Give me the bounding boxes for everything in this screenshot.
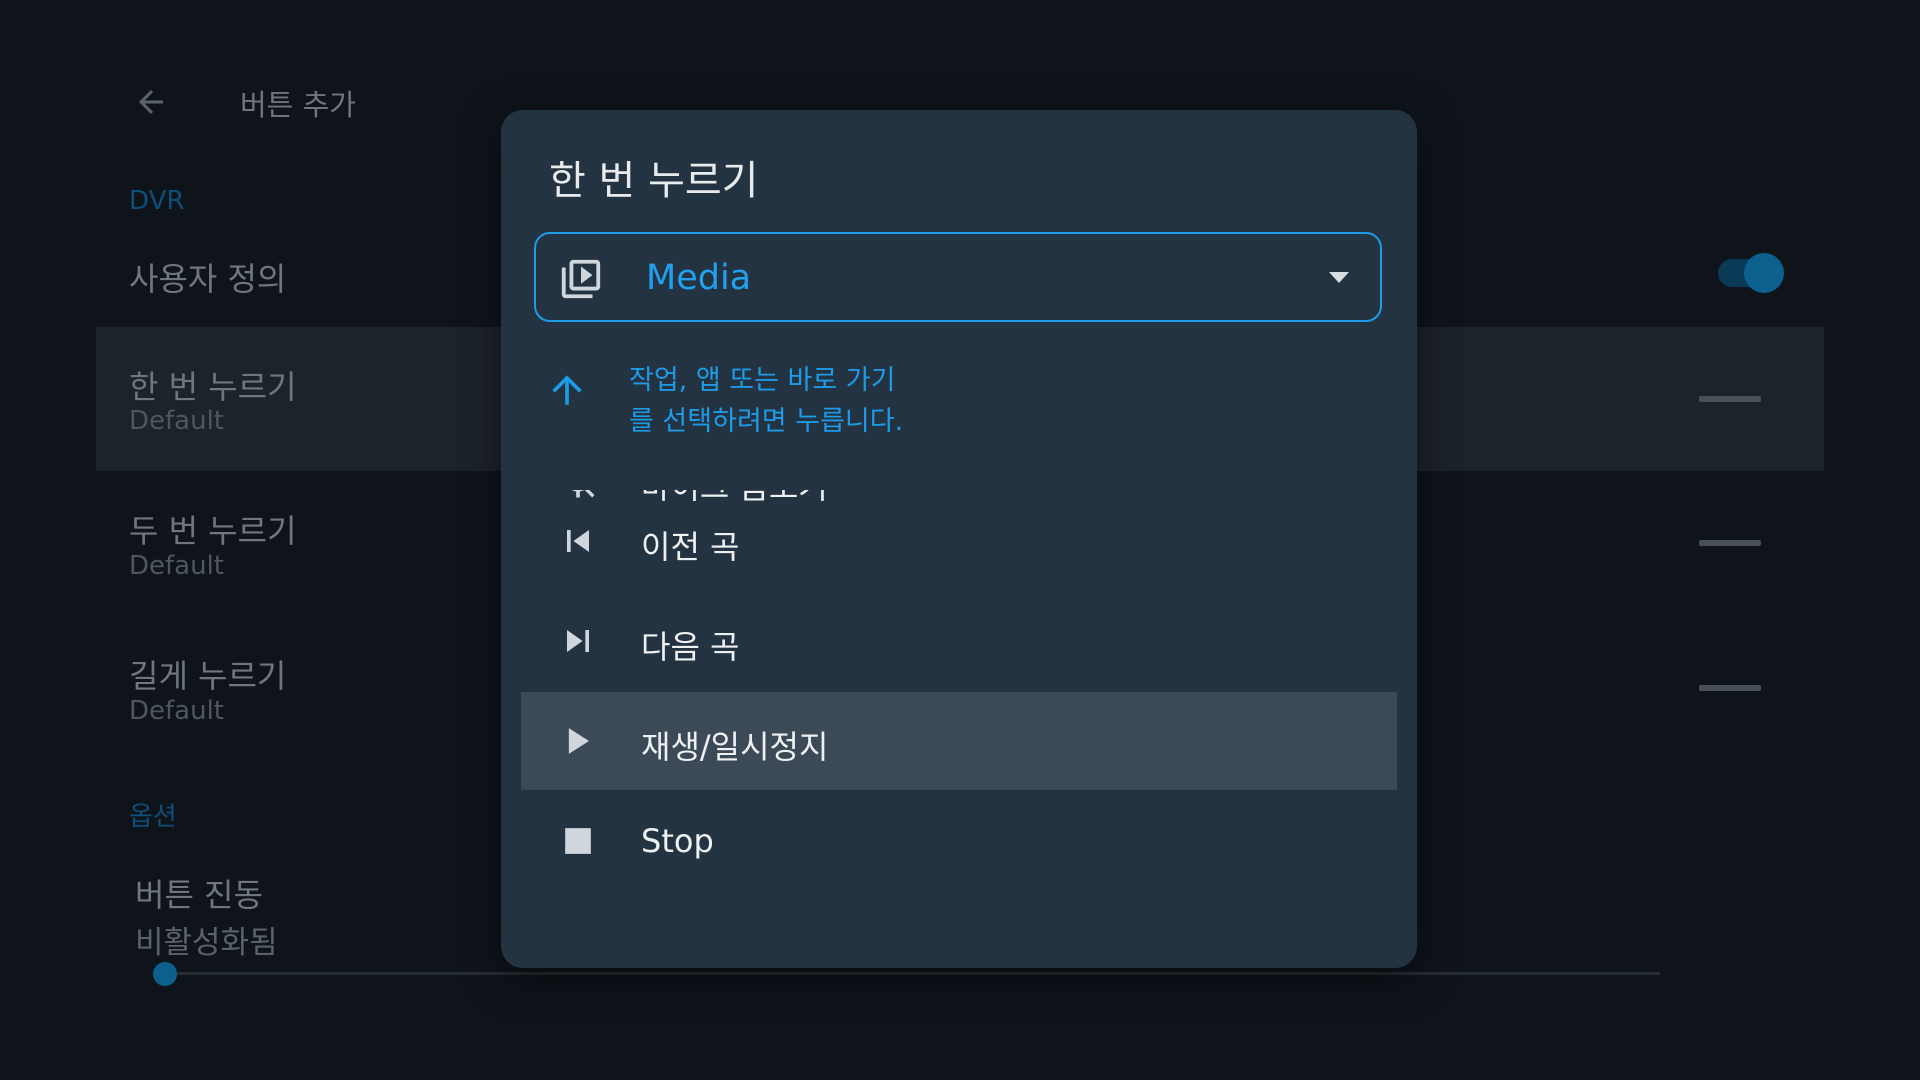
list-item-stop[interactable]: Stop xyxy=(521,792,1397,890)
screen: 버튼 추가 DVR 사용자 정의 한 번 누르기 Default 두 번 누르기… xyxy=(0,0,1920,1080)
hint-text: 작업, 앱 또는 바로 가기를 선택하려면 누릅니다. xyxy=(629,365,904,437)
list-item-previous-track[interactable]: 이전 곡 xyxy=(521,492,1397,590)
row-custom-title[interactable]: 사용자 정의 xyxy=(129,254,286,300)
row-vibration-subtitle: 비활성화됨 xyxy=(135,925,278,961)
section-header-dvr: DVR xyxy=(129,186,185,216)
list-item-label: 이전 곡 xyxy=(641,528,740,566)
row-double-press-subtitle: Default xyxy=(129,551,224,581)
section-header-options: 옵션 xyxy=(129,802,177,832)
skip-previous-icon xyxy=(567,530,589,552)
row-single-press-title: 한 번 누르기 xyxy=(129,368,297,406)
row-long-press-subtitle: Default xyxy=(129,696,224,726)
action-picker-dialog: 한 번 누르기 Media 작업, 앱 또는 바로 가기를 선택하려면 누릅니다… xyxy=(501,110,1417,968)
list-item-next-track[interactable]: 다음 곡 xyxy=(521,592,1397,690)
row-single-press-drag-handle[interactable] xyxy=(1699,396,1761,402)
list-item-label: Stop xyxy=(641,822,714,860)
media-library-icon xyxy=(561,259,601,299)
play-icon xyxy=(568,728,589,754)
arrow-up-icon xyxy=(552,375,582,405)
row-single-press-subtitle: Default xyxy=(129,406,224,436)
list-item-play-pause[interactable]: 재생/일시정지 xyxy=(521,692,1397,790)
dialog-title: 한 번 누르기 xyxy=(549,158,759,204)
row-long-press-title[interactable]: 길게 누르기 xyxy=(129,651,286,697)
row-vibration-title[interactable]: 버튼 진동 xyxy=(135,870,263,916)
dropdown-selected-value: Media xyxy=(646,258,752,298)
row-double-press-title[interactable]: 두 번 누르기 xyxy=(129,506,297,552)
action-list: 마이크 음소거 이전 곡 다음 곡 재생/일시정지 xyxy=(501,490,1417,968)
dropdown-arrow-icon xyxy=(1329,272,1349,283)
row-long-press-drag-handle[interactable] xyxy=(1699,685,1761,691)
category-dropdown[interactable]: Media xyxy=(534,232,1382,322)
dropdown-hint: 작업, 앱 또는 바로 가기를 선택하려면 누릅니다. xyxy=(545,360,945,490)
list-item-label: 재생/일시정지 xyxy=(641,728,829,766)
skip-next-icon xyxy=(567,630,589,652)
vibration-slider-thumb[interactable] xyxy=(153,962,177,986)
back-arrow-icon[interactable] xyxy=(133,84,169,120)
row-double-press-drag-handle[interactable] xyxy=(1699,540,1761,546)
custom-toggle-thumb[interactable] xyxy=(1744,253,1784,293)
page-title: 버튼 추가 xyxy=(240,88,356,122)
stop-icon xyxy=(565,828,591,854)
vibration-slider-track[interactable] xyxy=(165,972,1660,975)
list-item-label: 다음 곡 xyxy=(641,628,740,666)
